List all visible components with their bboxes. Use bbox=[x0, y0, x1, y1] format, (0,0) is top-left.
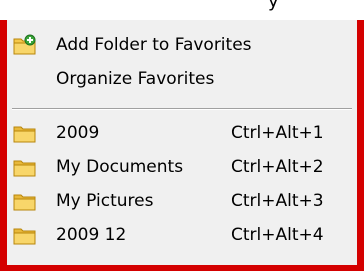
favorite-label: My Documents bbox=[56, 157, 184, 177]
folder-icon bbox=[13, 156, 37, 178]
favorite-item-2009[interactable]: 2009 Ctrl+Alt+1 bbox=[7, 116, 357, 150]
add-folder-to-favorites-item[interactable]: Add Folder to Favorites bbox=[7, 28, 357, 62]
favorite-item-2009-12[interactable]: 2009 12 Ctrl+Alt+4 bbox=[7, 218, 357, 252]
organize-favorites-item[interactable]: Organize Favorites bbox=[7, 62, 357, 96]
favorite-shortcut: Ctrl+Alt+4 bbox=[231, 225, 324, 245]
partial-text: y bbox=[268, 0, 279, 12]
add-folder-icon bbox=[13, 34, 37, 56]
add-folder-label: Add Folder to Favorites bbox=[56, 35, 252, 55]
favorite-item-my-documents[interactable]: My Documents Ctrl+Alt+2 bbox=[7, 150, 357, 184]
organize-favorites-label: Organize Favorites bbox=[56, 69, 215, 89]
favorite-shortcut: Ctrl+Alt+1 bbox=[231, 123, 324, 143]
favorite-shortcut: Ctrl+Alt+2 bbox=[231, 157, 324, 177]
favorite-label: 2009 bbox=[56, 123, 100, 143]
background-strip: y bbox=[0, 0, 364, 20]
favorite-label: My Pictures bbox=[56, 191, 154, 211]
folder-icon bbox=[13, 122, 37, 144]
folder-icon bbox=[13, 224, 37, 246]
folder-icon bbox=[13, 190, 37, 212]
highlight-frame: y Add Folder to Favorites Organize Favor… bbox=[0, 0, 364, 271]
favorite-item-my-pictures[interactable]: My Pictures Ctrl+Alt+3 bbox=[7, 184, 357, 218]
menu-separator bbox=[12, 108, 352, 110]
favorite-label: 2009 12 bbox=[56, 225, 127, 245]
favorites-menu: Add Folder to Favorites Organize Favorit… bbox=[7, 20, 357, 265]
favorite-shortcut: Ctrl+Alt+3 bbox=[231, 191, 324, 211]
